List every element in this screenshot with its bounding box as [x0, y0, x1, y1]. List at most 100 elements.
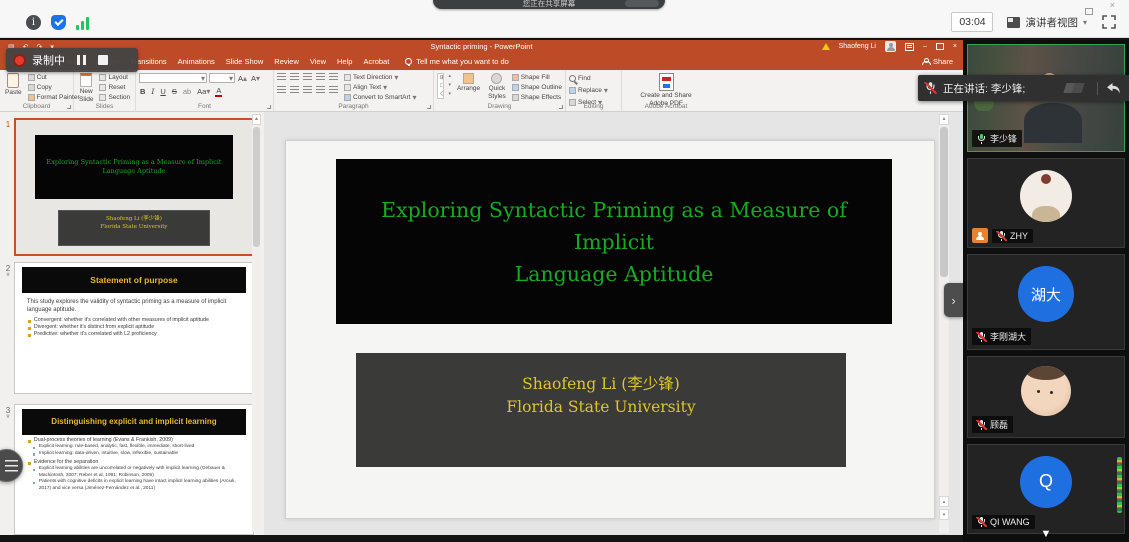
shape-effects-button[interactable]: Shape Effects — [512, 93, 562, 102]
sidebar-collapse-handle[interactable]: › — [944, 283, 963, 317]
grow-font-button[interactable]: A▴ — [237, 74, 248, 83]
format-painter-icon — [28, 94, 35, 101]
drawing-dialog-launcher[interactable] — [559, 105, 563, 109]
list-indent-buttons[interactable] — [277, 73, 338, 81]
font-size-select[interactable]: ▾ — [209, 73, 235, 83]
meeting-topbar: 您正在共享屏幕 × i 03:04 演讲者视图 ▾ — [0, 0, 1129, 38]
arrange-button[interactable]: Arrange — [455, 73, 482, 102]
participant-tile-qiwang[interactable]: Q QI WANG — [967, 444, 1125, 534]
close-icon[interactable]: × — [953, 43, 957, 50]
tab-help[interactable]: Help — [337, 57, 352, 66]
audio-level-meter — [1117, 457, 1122, 513]
quick-styles-button[interactable]: Quick Styles — [486, 73, 508, 102]
font-color-button[interactable]: A — [215, 86, 222, 97]
ribbon-display-options-icon[interactable] — [905, 43, 914, 51]
tab-acrobat[interactable]: Acrobat — [363, 57, 389, 66]
alignment-buttons[interactable] — [277, 86, 338, 94]
previous-slide-button[interactable]: ▴ — [939, 496, 949, 507]
text-direction-icon — [344, 74, 351, 81]
bold-button[interactable]: B — [139, 87, 146, 96]
thumbnail-scrollbar-thumb[interactable] — [253, 127, 260, 247]
slide-subtitle-textbox[interactable]: Shaofeng Li (李少锋)Florida State Universit… — [356, 353, 846, 467]
reply-arrow-icon[interactable] — [1106, 82, 1121, 95]
stop-recording-button[interactable] — [98, 55, 108, 65]
align-text-button[interactable]: Align Text▾ — [344, 83, 416, 92]
main-vertical-scrollbar[interactable]: ▴ ▴ ▾ — [939, 114, 949, 533]
copy-button[interactable]: Copy — [28, 83, 80, 92]
tab-animations[interactable]: Animations — [178, 57, 215, 66]
speaker-view-button[interactable]: 演讲者视图 ▾ — [1007, 15, 1087, 30]
reset-button[interactable]: Reset — [99, 83, 130, 92]
convert-smartart-button[interactable]: Convert to SmartArt▾ — [344, 93, 416, 102]
section-button[interactable]: Section — [99, 93, 130, 102]
slide-1-thumbnail[interactable]: Exploring Syntactic Priming as a Measure… — [14, 118, 254, 256]
slide-3-thumbnail[interactable]: Distinguishing explicit and implicit lea… — [14, 404, 254, 535]
fullscreen-icon[interactable] — [1101, 14, 1117, 30]
new-slide-button[interactable]: New Slide — [77, 73, 95, 103]
change-case-button[interactable]: Aa▾ — [196, 87, 211, 96]
align-center-icon — [290, 86, 299, 94]
create-pdf-button[interactable]: Create and Share Adobe PDF — [625, 73, 707, 107]
chevron-right-icon: › — [951, 293, 955, 308]
recording-overlay: 录制中 — [6, 48, 138, 72]
strikethrough-button[interactable]: S — [171, 87, 178, 96]
speaker-view-label: 演讲者视图 — [1025, 15, 1078, 30]
restore-icon[interactable] — [936, 43, 944, 50]
paragraph-dialog-launcher[interactable] — [427, 105, 431, 109]
network-signal-icon[interactable] — [76, 16, 89, 30]
minimize-icon[interactable]: – — [923, 43, 927, 50]
tab-review[interactable]: Review — [274, 57, 299, 66]
text-direction-button[interactable]: Text Direction▾ — [344, 73, 416, 82]
thumbnail-scrollbar[interactable]: ▴ — [252, 114, 261, 532]
scroll-up-icon[interactable]: ▴ — [939, 114, 949, 125]
stop-share-chip[interactable] — [625, 0, 659, 7]
font-name-select[interactable]: ▾ — [139, 73, 207, 83]
screen-share-banner[interactable]: 您正在共享屏幕 — [433, 0, 665, 9]
copy-icon — [28, 84, 35, 91]
quick-styles-icon — [491, 73, 502, 84]
window-close-icon[interactable]: × — [1110, 1, 1115, 9]
replace-button[interactable]: Replace▾ — [569, 86, 618, 95]
shape-outline-button[interactable]: Shape Outline — [512, 83, 562, 92]
tab-slide-show[interactable]: Slide Show — [226, 57, 264, 66]
tab-view[interactable]: View — [310, 57, 326, 66]
warning-icon[interactable] — [822, 43, 830, 50]
paste-button[interactable]: Paste — [3, 73, 24, 102]
participants-sidebar: 李少锋 ZHY 湖大 李刚湖大 顾磊 — [963, 40, 1129, 542]
slide-2-thumbnail[interactable]: Statement of purpose This study explores… — [14, 262, 254, 394]
pause-recording-button[interactable] — [77, 55, 86, 65]
clipboard-dialog-launcher[interactable] — [67, 105, 71, 109]
italic-button[interactable]: I — [150, 87, 155, 96]
layout-button[interactable]: Layout — [99, 73, 130, 82]
shapes-gallery-scroll[interactable]: ▴▾▾ — [448, 73, 451, 102]
share-button[interactable]: Share — [922, 57, 953, 66]
current-slide[interactable]: Exploring Syntactic Priming as a Measure… — [285, 140, 935, 519]
scroll-up-icon[interactable]: ▴ — [252, 114, 261, 125]
tell-me-box[interactable]: Tell me what you want to do — [405, 57, 509, 66]
font-dialog-launcher[interactable] — [267, 105, 271, 109]
security-shield-icon[interactable] — [51, 15, 66, 30]
next-slide-button[interactable]: ▾ — [939, 509, 949, 520]
participant-tile-zhy[interactable]: ZHY — [967, 158, 1125, 248]
info-icon[interactable]: i — [26, 15, 41, 30]
participant-avatar — [1021, 366, 1071, 416]
mic-muted-icon[interactable] — [925, 82, 935, 94]
participant-tile-gulei[interactable]: 顾磊 — [967, 356, 1125, 438]
scroll-more-participants-icon[interactable]: ▼ — [1041, 529, 1052, 540]
account-name[interactable]: Shaofeng Li — [839, 43, 876, 50]
meeting-status-icons: i — [26, 15, 89, 30]
shapes-gallery[interactable]: ⊞⊟╲╱□○ □△◇☆⌒⊕ ◇☆{}∿⊙ — [437, 73, 444, 99]
ppt-titlebar: ▤ ↶ ↷ ▾ Syntactic priming - PowerPoint S… — [0, 40, 963, 53]
underline-button[interactable]: U — [159, 87, 166, 96]
find-button[interactable]: Find — [569, 74, 618, 83]
participant-tile-ligang[interactable]: 湖大 李刚湖大 — [967, 254, 1125, 350]
shape-fill-button[interactable]: Shape Fill — [512, 73, 562, 82]
shrink-font-button[interactable]: A▾ — [250, 74, 261, 83]
main-scrollbar-thumb[interactable] — [940, 127, 948, 277]
slide-title-textbox[interactable]: Exploring Syntactic Priming as a Measure… — [336, 159, 892, 324]
arrange-icon — [463, 73, 474, 84]
cut-button[interactable]: Cut — [28, 73, 80, 82]
text-shadow-button[interactable]: ab — [182, 87, 192, 96]
format-painter-button[interactable]: Format Painter — [28, 93, 80, 102]
account-avatar[interactable] — [885, 41, 896, 52]
